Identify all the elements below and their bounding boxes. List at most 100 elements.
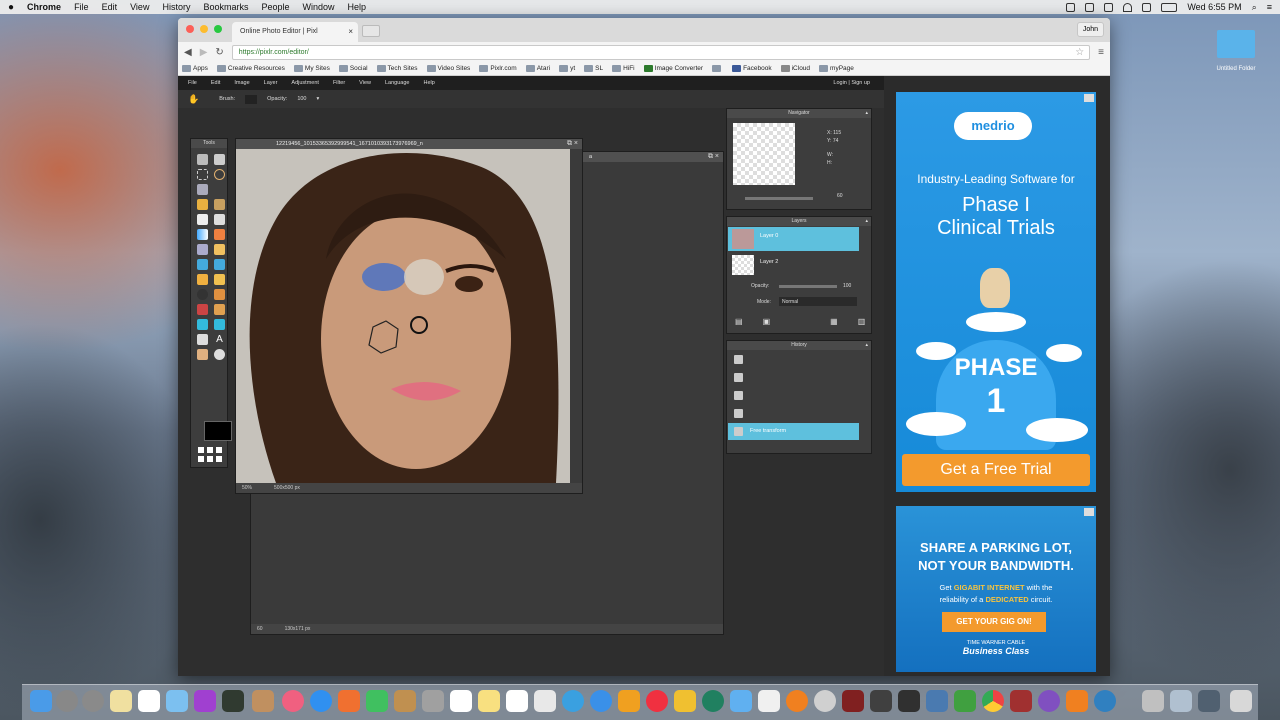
pixlr-menu-language[interactable]: Language bbox=[385, 80, 409, 86]
crop-tool-icon[interactable] bbox=[197, 154, 208, 165]
app-icon[interactable] bbox=[1094, 690, 1116, 712]
sharpen-tool-icon[interactable] bbox=[214, 259, 225, 270]
app-icon[interactable] bbox=[222, 690, 244, 712]
minimize-window-button[interactable] bbox=[200, 25, 208, 33]
pencil-tool-icon[interactable] bbox=[197, 199, 208, 210]
burn-tool-icon[interactable] bbox=[214, 289, 225, 300]
menubar-item-window[interactable]: Window bbox=[303, 2, 335, 12]
app-icon[interactable] bbox=[730, 690, 752, 712]
volume-icon[interactable] bbox=[1142, 2, 1152, 12]
smudge-tool-icon[interactable] bbox=[197, 274, 208, 285]
notes-icon[interactable] bbox=[478, 690, 500, 712]
collapse-icon[interactable]: ▴ bbox=[865, 109, 868, 118]
navigator-zoom-slider[interactable] bbox=[745, 197, 813, 200]
pixlr-menu-edit[interactable]: Edit bbox=[211, 80, 220, 86]
delete-layer-icon[interactable]: ▥ bbox=[858, 317, 866, 326]
search-icon[interactable]: ⌕ bbox=[1252, 2, 1257, 13]
bookmark-item[interactable]: Image Converter bbox=[643, 64, 703, 72]
app-icon[interactable] bbox=[954, 690, 976, 712]
app-icon[interactable] bbox=[338, 690, 360, 712]
pixlr-menu-help[interactable]: Help bbox=[423, 80, 434, 86]
vlc-icon[interactable] bbox=[1066, 690, 1088, 712]
image-canvas[interactable] bbox=[236, 149, 570, 483]
bookmark-item[interactable]: myPage bbox=[819, 64, 854, 72]
app-icon[interactable] bbox=[702, 690, 724, 712]
app-icon[interactable] bbox=[562, 690, 584, 712]
menubar-item-history[interactable]: History bbox=[162, 2, 190, 12]
color-swatch-small[interactable] bbox=[198, 447, 204, 453]
blender-icon[interactable] bbox=[786, 690, 808, 712]
bookmark-item[interactable]: Creative Resources bbox=[216, 64, 285, 72]
new-layer-icon[interactable]: ▦ bbox=[830, 317, 838, 326]
red-eye-tool-icon[interactable] bbox=[197, 304, 208, 315]
adchoices-icon[interactable] bbox=[1084, 94, 1094, 102]
bookmark-star-icon[interactable]: ☆ bbox=[1075, 47, 1084, 58]
zoom-tool-icon[interactable] bbox=[214, 349, 225, 360]
stamp-tool-icon[interactable] bbox=[214, 229, 225, 240]
pixlr-menu-file[interactable]: File bbox=[188, 80, 197, 86]
pinch-tool-icon[interactable] bbox=[214, 319, 225, 330]
chart-app-icon[interactable] bbox=[138, 690, 160, 712]
layer-settings-icon[interactable]: ▤ bbox=[735, 317, 743, 326]
color-swatch-small[interactable] bbox=[207, 456, 213, 462]
sponge-tool-icon[interactable] bbox=[214, 274, 225, 285]
move-tool-icon[interactable] bbox=[214, 154, 225, 165]
menubar-item-bookmarks[interactable]: Bookmarks bbox=[203, 2, 248, 12]
color-swatch-small[interactable] bbox=[216, 447, 222, 453]
history-item[interactable] bbox=[728, 369, 859, 386]
menubar-item-view[interactable]: View bbox=[130, 2, 149, 12]
menubar-item-help[interactable]: Help bbox=[348, 2, 367, 12]
menubar-clock[interactable]: Wed 6:55 PM bbox=[1187, 2, 1241, 12]
history-item[interactable]: Free transform bbox=[728, 423, 859, 440]
app-icon[interactable] bbox=[166, 690, 188, 712]
blend-mode-select[interactable]: Normal bbox=[779, 297, 857, 306]
advertisement-time-warner[interactable]: SHARE A PARKING LOT, NOT YOUR BANDWIDTH.… bbox=[896, 506, 1096, 672]
zoom-readout[interactable]: 50% bbox=[242, 485, 252, 491]
color-swatch-small[interactable] bbox=[207, 447, 213, 453]
bookmark-folder[interactable] bbox=[712, 64, 723, 72]
adchoices-icon[interactable] bbox=[1084, 508, 1094, 516]
collapse-icon[interactable]: ▴ bbox=[865, 341, 868, 350]
layer-mask-icon[interactable]: ▣ bbox=[763, 317, 771, 326]
safari-icon[interactable] bbox=[590, 690, 612, 712]
apple-menu-icon[interactable]: ● bbox=[8, 2, 14, 13]
app-icon[interactable] bbox=[898, 690, 920, 712]
bloat-tool-icon[interactable] bbox=[197, 319, 208, 330]
pixlr-menu-layer[interactable]: Layer bbox=[264, 80, 278, 86]
drawing-tool-icon[interactable] bbox=[214, 244, 225, 255]
brush-picker[interactable] bbox=[245, 94, 258, 104]
calendar-icon[interactable] bbox=[450, 690, 472, 712]
history-item[interactable] bbox=[728, 387, 859, 404]
app-icon[interactable] bbox=[674, 690, 696, 712]
new-tab-button[interactable] bbox=[362, 25, 380, 37]
app-store-icon[interactable] bbox=[310, 690, 332, 712]
brush-tool-icon[interactable] bbox=[214, 199, 225, 210]
app-icon[interactable] bbox=[1170, 690, 1192, 712]
app-icon[interactable] bbox=[252, 690, 274, 712]
paint-bucket-icon[interactable] bbox=[214, 214, 225, 225]
app-icon[interactable] bbox=[926, 690, 948, 712]
gradient-tool-icon[interactable] bbox=[197, 229, 208, 240]
eraser-tool-icon[interactable] bbox=[197, 214, 208, 225]
messages-icon[interactable] bbox=[366, 690, 388, 712]
back-icon[interactable]: ◀ bbox=[184, 47, 192, 58]
collapse-icon[interactable]: ▴ bbox=[865, 217, 868, 226]
opacity-value[interactable]: 100 bbox=[297, 96, 306, 102]
chevron-down-icon[interactable]: ▾ bbox=[317, 96, 320, 102]
foreground-color-swatch[interactable] bbox=[204, 421, 232, 441]
status-icon[interactable] bbox=[1066, 2, 1076, 12]
bookmark-item[interactable]: yt bbox=[559, 64, 575, 72]
dodge-tool-icon[interactable] bbox=[197, 289, 208, 300]
bookmark-item[interactable]: My Sites bbox=[293, 64, 330, 72]
menubar-item-file[interactable]: File bbox=[74, 2, 89, 12]
app-icon[interactable] bbox=[194, 690, 216, 712]
status-icon[interactable] bbox=[1085, 2, 1095, 12]
menubar-item-people[interactable]: People bbox=[261, 2, 289, 12]
trash-icon[interactable] bbox=[1230, 690, 1252, 712]
bookmark-item[interactable]: Social bbox=[338, 64, 368, 72]
spot-heal-icon[interactable] bbox=[214, 304, 225, 315]
itunes-icon[interactable] bbox=[282, 690, 304, 712]
reload-icon[interactable]: ↻ bbox=[215, 47, 223, 58]
app-icon[interactable] bbox=[506, 690, 528, 712]
window-controls-icon[interactable]: ⧉ × bbox=[708, 153, 719, 161]
